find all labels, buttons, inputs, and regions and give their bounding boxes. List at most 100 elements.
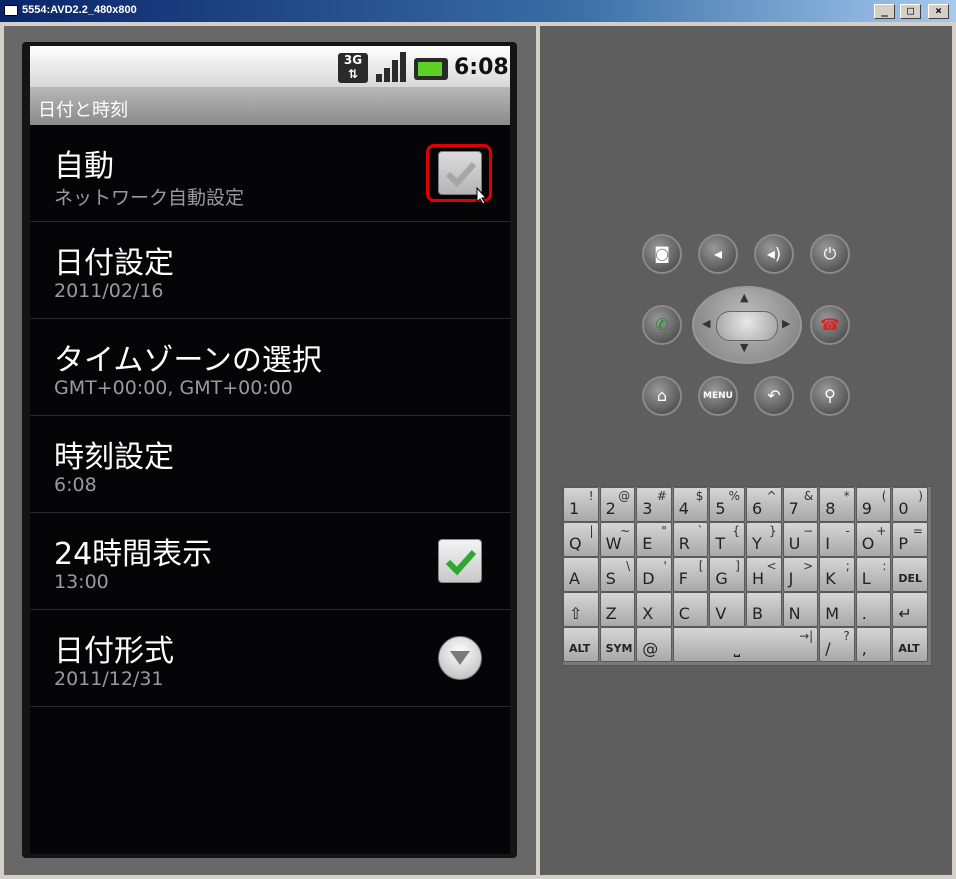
setting-date[interactable]: 日付設定 2011/02/16 [30,222,510,319]
key-2-3[interactable]: F[ [672,557,709,592]
home-icon[interactable]: ⌂ [642,376,682,416]
key-1-0[interactable]: Q | [563,522,599,557]
key-label: X [642,604,654,623]
setting-24hour[interactable]: 24時間表示 13:00 [30,513,510,610]
setting-date-format[interactable]: 日付形式 2011/12/31 [30,610,510,707]
app-icon [4,5,18,16]
dpad-center-button[interactable] [716,311,778,341]
key-3-3[interactable]: C [672,592,709,627]
key-2-0[interactable]: A [563,557,599,592]
dropdown-arrow-icon[interactable] [438,636,482,680]
camera-icon[interactable]: ◙ [642,234,682,274]
key-label: U [788,534,801,553]
key-2-7[interactable]: K; [819,557,855,592]
key-alt-label: > [803,559,814,573]
key-0-4[interactable]: 5% [709,487,745,522]
key-4-0[interactable]: ALT [563,627,599,662]
dpad-right-icon[interactable]: ▶ [782,317,790,330]
setting-summary: ネットワーク自動設定 [54,187,245,209]
dpad-down-icon[interactable]: ▼ [740,341,748,354]
setting-title: タイムゾーンの選択 [54,343,322,378]
key-label: C [678,604,690,623]
key-alt-label: | [589,524,594,538]
key-0-9[interactable]: 0) [892,487,928,522]
key-3-0[interactable]: ⇧ [563,592,599,627]
key-label: 5 [715,499,726,518]
key-1-5[interactable]: Y} [746,522,782,557]
key-3-7[interactable]: M [819,592,855,627]
key-label: I [825,534,830,553]
key-0-7[interactable]: 8 * [819,487,855,522]
key-0-5[interactable]: 6 ^ [746,487,782,522]
volume-down-icon[interactable]: ◂ [698,234,738,274]
setting-auto[interactable]: 自動 ネットワーク自動設定 [30,125,510,222]
24hour-checkbox[interactable] [438,539,482,583]
key-4-5[interactable]: , [855,627,892,662]
space-key[interactable]: ⎵ →| [672,627,819,662]
key-1-3[interactable]: R ` [672,522,709,557]
setting-time[interactable]: 時刻設定 6:08 [30,416,510,513]
back-icon[interactable]: ↶ [754,376,794,416]
dpad-up-icon[interactable]: ▲ [740,291,748,304]
call-icon[interactable]: ✆ [642,305,682,345]
key-0-8[interactable]: 9( [855,487,892,522]
key-1-6[interactable]: U − [782,522,819,557]
key-3-5[interactable]: B [746,592,782,627]
key-2-6[interactable]: J > [782,557,819,592]
key-1-1[interactable]: W ~ [599,522,636,557]
minimize-button[interactable]: _ [874,4,895,19]
key-label: / [825,639,831,658]
setting-summary: 13:00 [54,571,109,593]
key-2-5[interactable]: H < [746,557,782,592]
key-0-1[interactable]: 2 @ [599,487,636,522]
key-alt-label: * [843,489,850,503]
key-alt-label: @ [618,489,631,503]
key-3-6[interactable]: N [782,592,819,627]
key-label: ALT [569,642,591,655]
maximize-button[interactable]: □ [900,4,921,19]
key-1-4[interactable]: T{ [709,522,745,557]
setting-timezone[interactable]: タイムゾーンの選択 GMT+00:00, GMT+00:00 [30,319,510,416]
key-0-0[interactable]: 1! [563,487,599,522]
key-0-6[interactable]: 7 & [782,487,819,522]
key-3-8[interactable]: . [855,592,892,627]
key-2-2[interactable]: D ' [636,557,672,592]
volume-up-icon[interactable]: ◂) [754,234,794,274]
key-alt-label: ( [881,489,887,503]
key-3-1[interactable]: Z [599,592,636,627]
key-2-4[interactable]: G] [709,557,745,592]
key-0-2[interactable]: 3 # [636,487,672,522]
key-label: Z [605,604,617,623]
key-3-9[interactable]: ↵ [892,592,928,627]
key-0-3[interactable]: 4 $ [672,487,709,522]
dpad-left-icon[interactable]: ◀ [702,317,710,330]
key-4-2[interactable]: @ [636,627,672,662]
key-alt-label: ! [588,489,594,503]
key-alt-label: ? [843,629,850,643]
key-4-6[interactable]: ALT [892,627,928,662]
key-label: B [752,604,763,623]
key-1-9[interactable]: P = [892,522,928,557]
end-call-icon[interactable]: ☎ [810,305,850,345]
search-icon[interactable]: ⚲ [810,376,850,416]
power-icon[interactable]: ⏻ [810,234,850,274]
key-2-1[interactable]: S \ [599,557,636,592]
close-button[interactable]: × [928,4,949,19]
key-label: Y [752,534,762,553]
key-2-8[interactable]: L: [855,557,892,592]
key-3-4[interactable]: V [709,592,745,627]
menu-button[interactable]: MENU [698,376,738,416]
key-1-8[interactable]: O + [855,522,892,557]
key-4-1[interactable]: SYM [599,627,636,662]
setting-title: 日付形式 [54,634,174,669]
key-label: M [825,604,839,623]
key-label: , [861,639,867,658]
key-alt-label: − [803,524,814,538]
key-3-2[interactable]: X [636,592,672,627]
key-2-9[interactable]: DEL [892,557,928,592]
key-1-7[interactable]: I- [819,522,855,557]
key-label: ⎵ [733,638,741,657]
setting-summary: 2011/12/31 [54,668,164,690]
key-1-2[interactable]: E " [636,522,672,557]
key-4-4[interactable]: /? [819,627,855,662]
